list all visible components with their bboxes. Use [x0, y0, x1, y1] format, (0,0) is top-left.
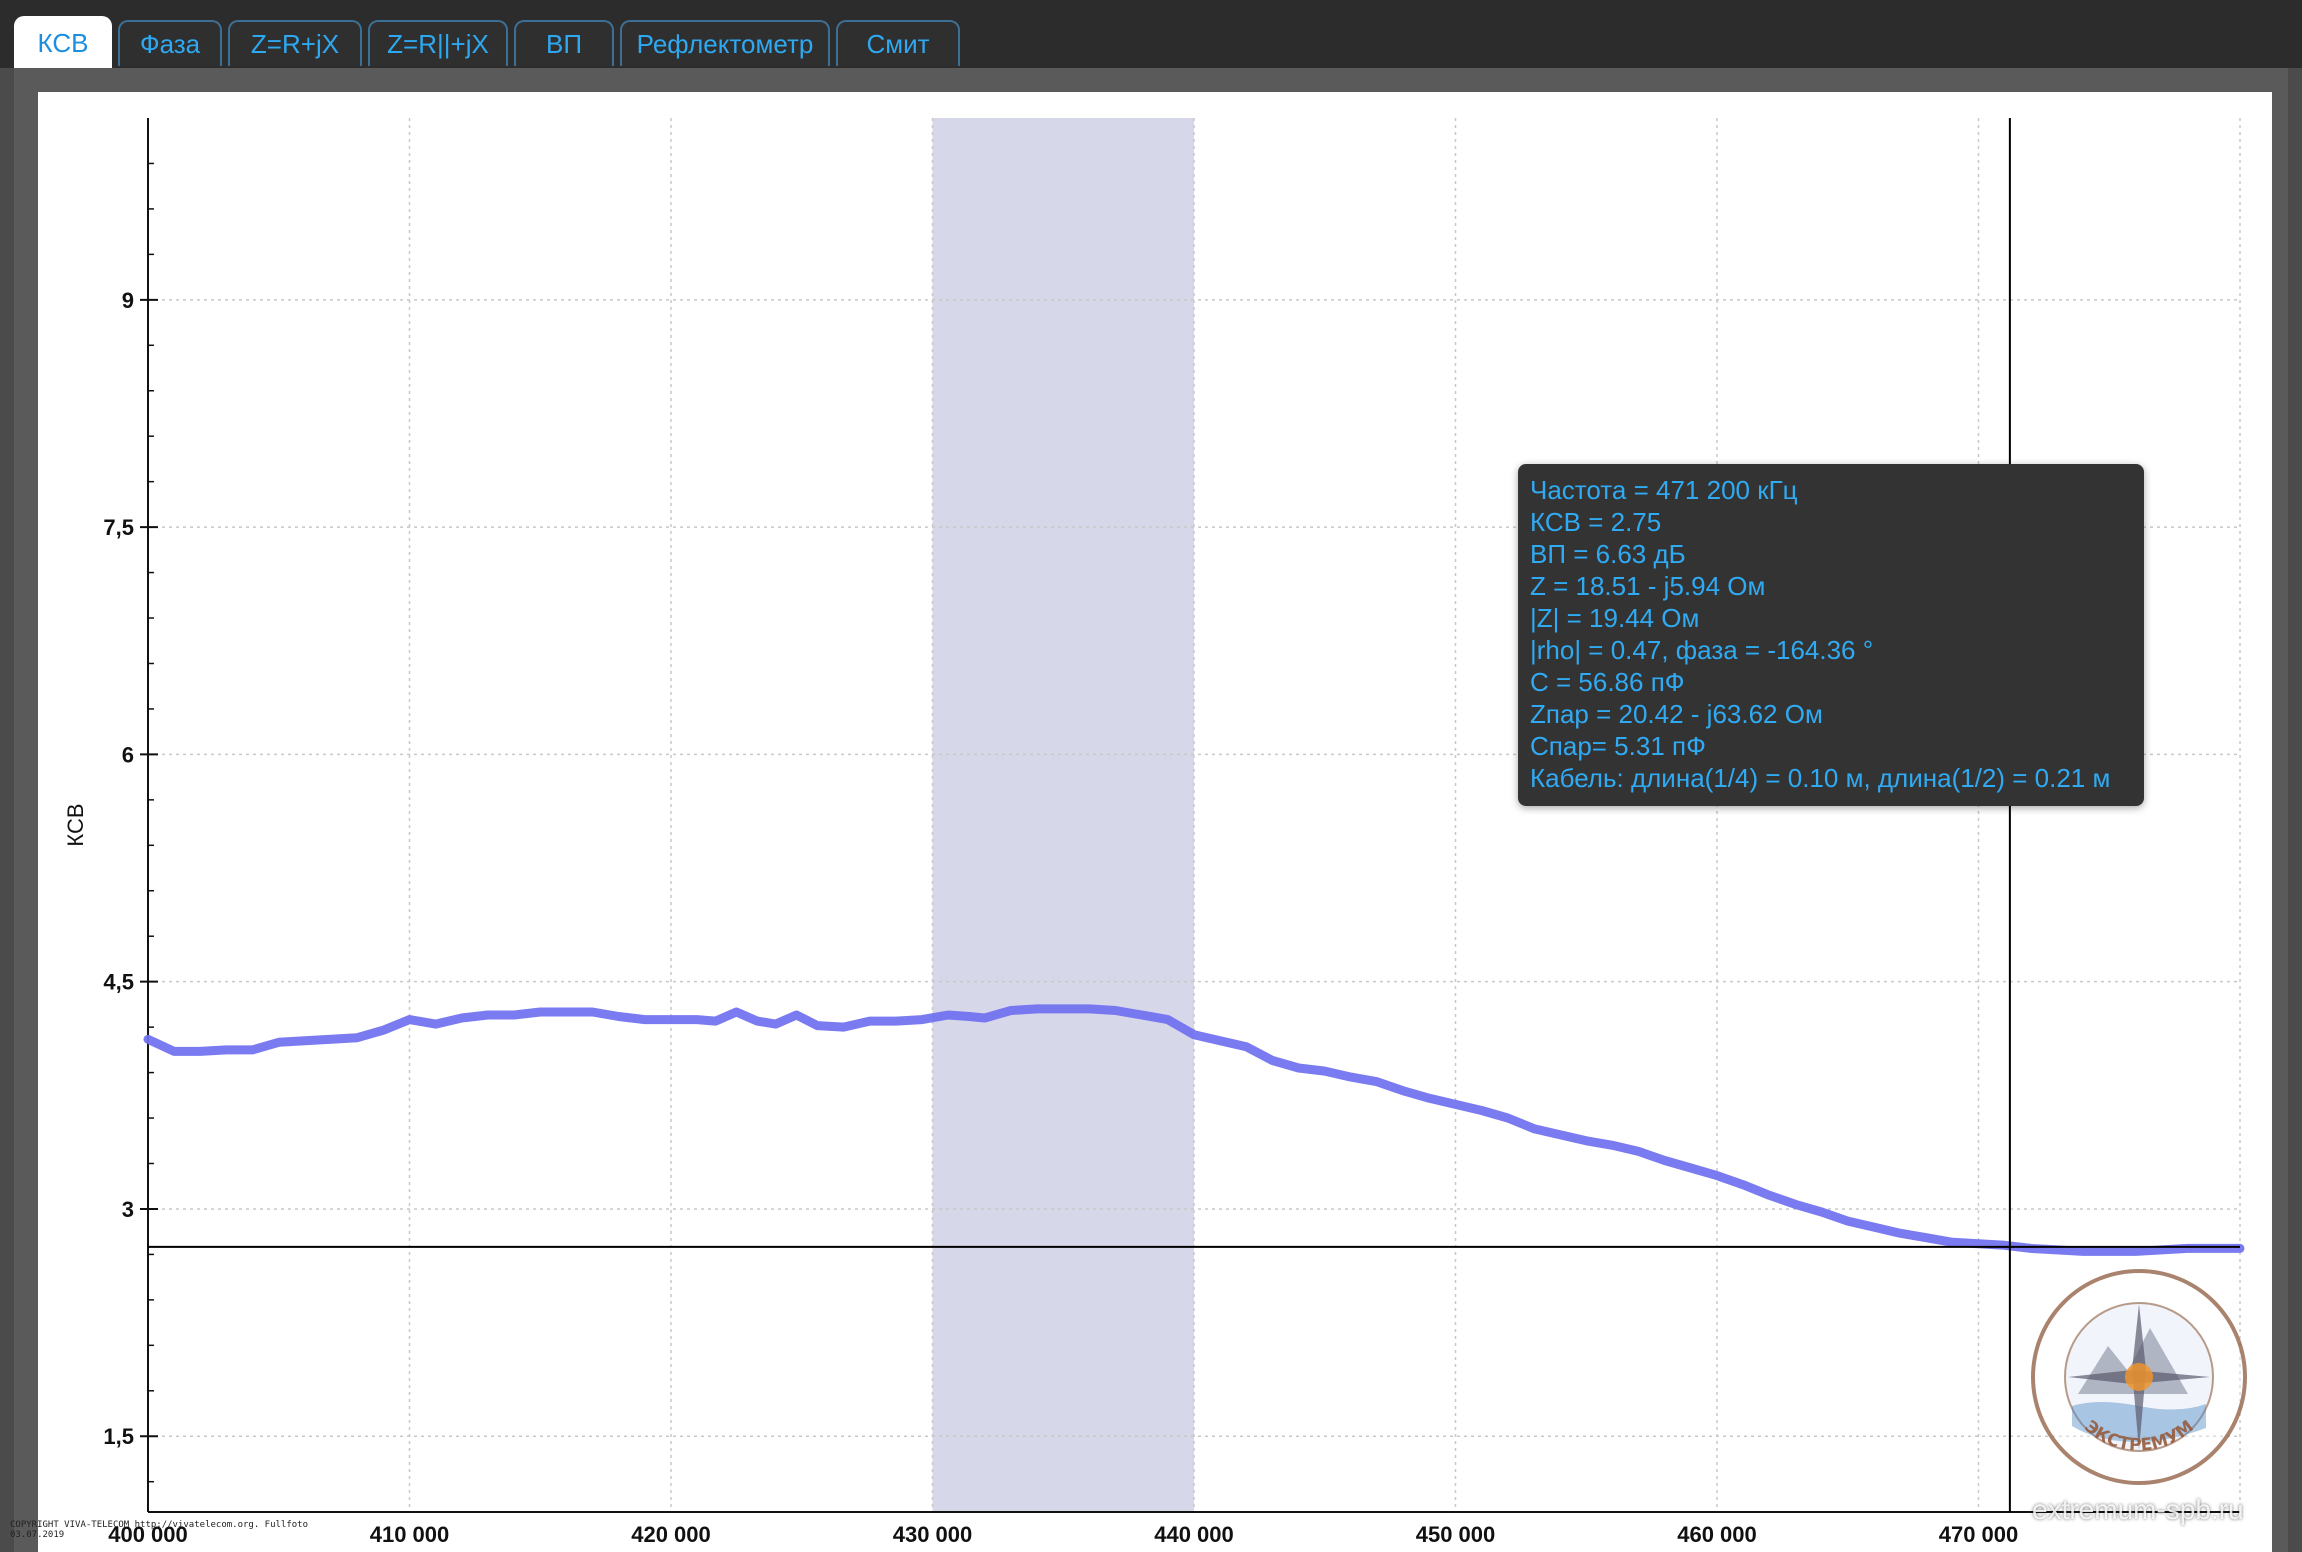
x-tick-label: 460 000: [1677, 1522, 1757, 1547]
y-tick-label: 3: [122, 1197, 134, 1222]
y-tick-label: 1,5: [103, 1424, 134, 1449]
x-tick-label: 470 000: [1939, 1522, 2019, 1547]
tooltip-swr: КСВ = 2.75: [1530, 507, 1662, 537]
y-axis-label: КСВ: [63, 803, 88, 847]
rescue-team-logo: ПОИСКОВО-СПАСАТЕЛЬНЫЙ ОТРЯД ЭКСТРЕМУМ: [2028, 1266, 2247, 1485]
tooltip-cable-length: Кабель: длина(1/4) = 0.10 м, длина(1/2) …: [1530, 763, 2111, 793]
copyright-text: COPYRIGHT VIVA-TELECOM http://vivateleco…: [10, 1520, 309, 1540]
measurement-tooltip: Частота = 471 200 кГц КСВ = 2.75 ВП = 6.…: [1518, 464, 2144, 806]
tooltip-impedance-magnitude: |Z| = 19.44 Ом: [1530, 603, 1700, 633]
x-tick-label: 430 000: [893, 1522, 973, 1547]
tooltip-rho: |rho| = 0.47, фаза = -164.36 °: [1530, 635, 1874, 665]
x-tick-label: 450 000: [1416, 1522, 1496, 1547]
x-tick-label: 410 000: [370, 1522, 450, 1547]
y-tick-label: 6: [122, 742, 134, 767]
tooltip-frequency: Частота = 471 200 кГц: [1530, 475, 1798, 505]
highlight-band: [932, 118, 1194, 1512]
y-tick-label: 4,5: [103, 970, 134, 995]
tooltip-parallel-impedance: Zпар = 20.42 - j63.62 Ом: [1530, 699, 1823, 729]
tooltip-return-loss: ВП = 6.63 дБ: [1530, 539, 1686, 569]
watermark-url: extremum-spb.ru: [2032, 1494, 2244, 1525]
y-tick-label: 9: [122, 288, 134, 313]
tooltip-impedance: Z = 18.51 - j5.94 Ом: [1530, 571, 1766, 601]
x-tick-label: 440 000: [1154, 1522, 1234, 1547]
tooltip-capacitance: C = 56.86 пФ: [1530, 667, 1685, 697]
x-tick-label: 420 000: [631, 1522, 711, 1547]
y-tick-label: 7,5: [103, 515, 134, 540]
tooltip-parallel-capacitance: Спар= 5.31 пФ: [1530, 731, 1706, 761]
